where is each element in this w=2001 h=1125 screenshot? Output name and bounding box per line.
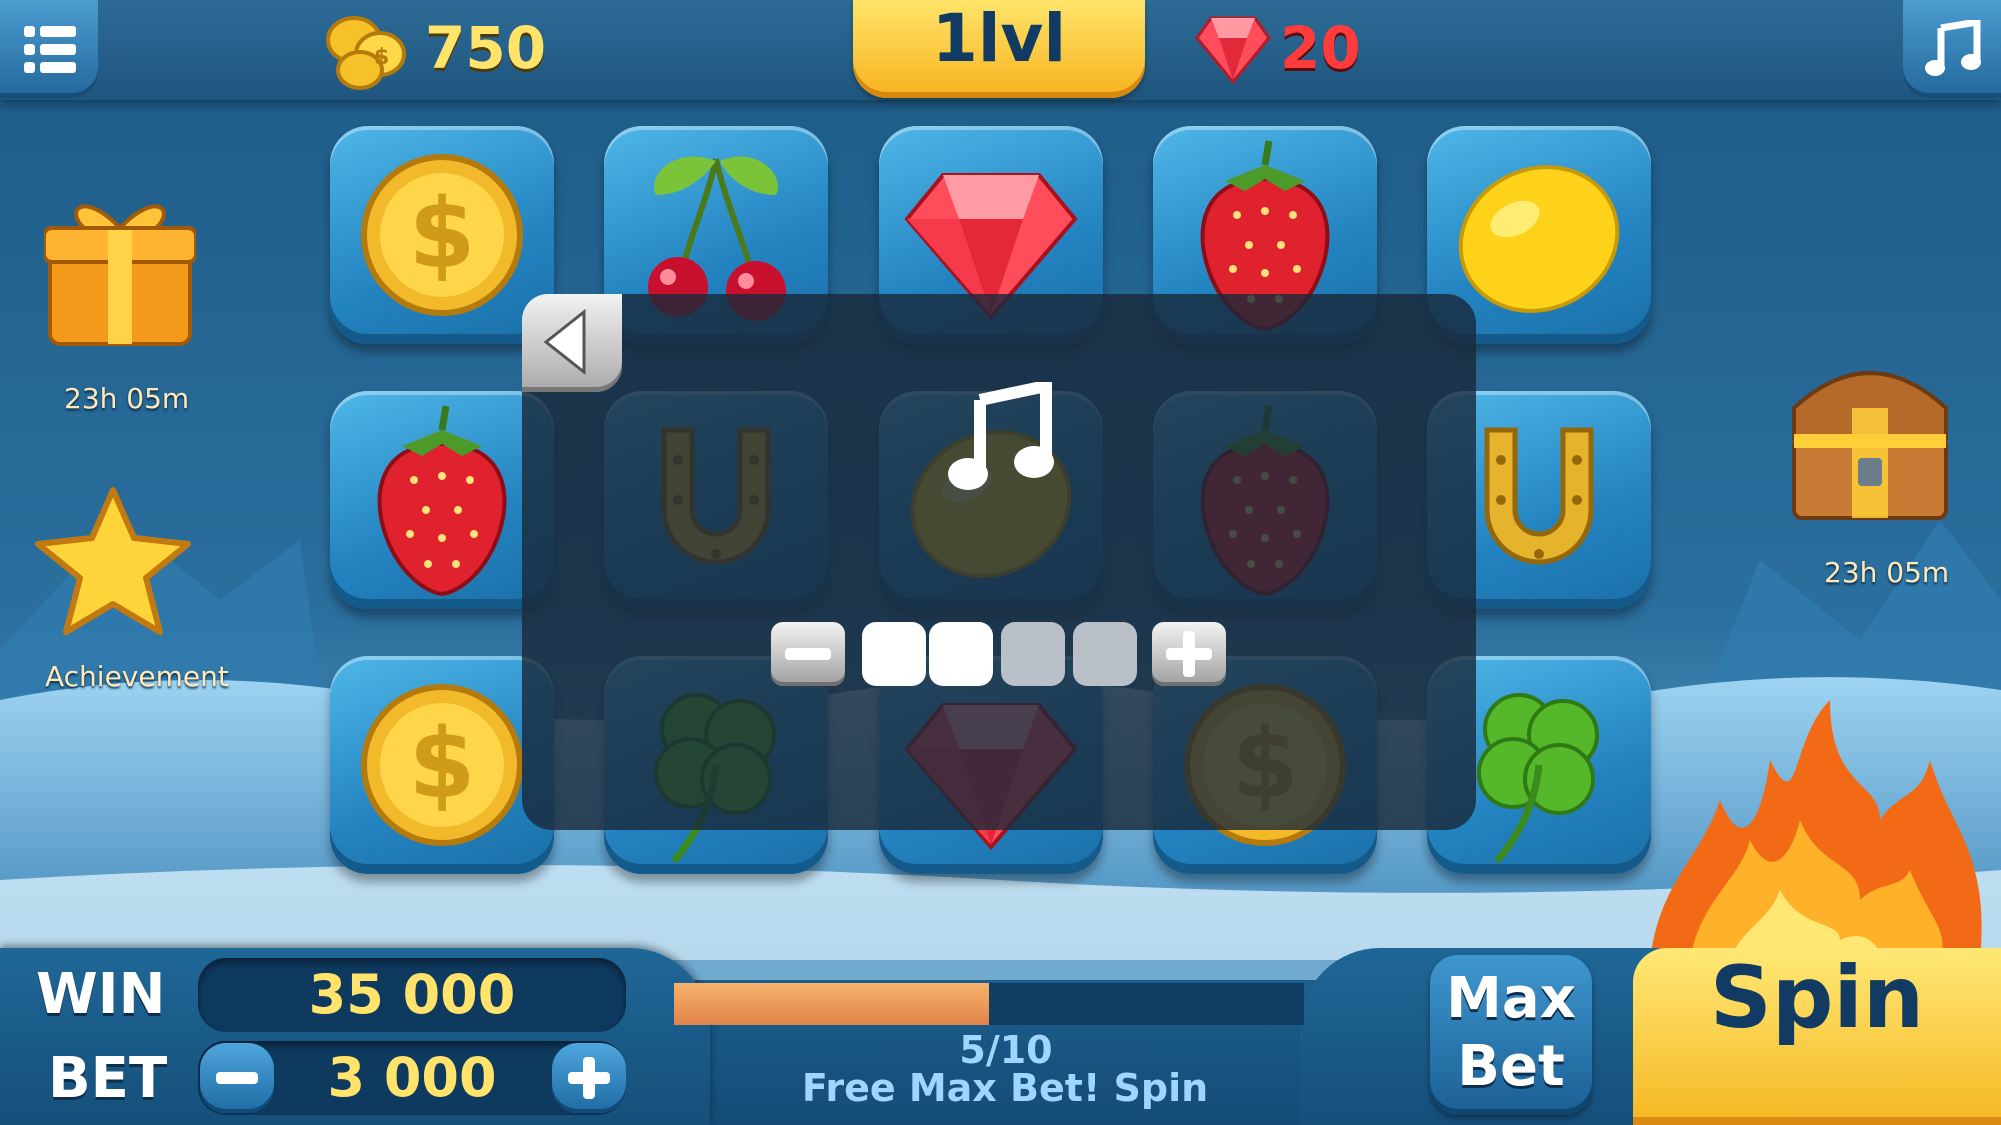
gem-balance: 20	[1280, 14, 1361, 82]
music-settings-panel	[522, 294, 1476, 830]
svg-text:$: $	[374, 45, 389, 70]
volume-segment[interactable]	[862, 622, 926, 686]
bet-decrease-button[interactable]	[200, 1043, 274, 1113]
svg-text:$: $	[409, 178, 476, 290]
max-bet-label-line1: Max	[1446, 966, 1576, 1031]
coin-balance: 750	[425, 14, 547, 82]
free-spins-label: Free Max Bet! Spin	[801, 1066, 1209, 1110]
coins-icon: $	[326, 16, 406, 90]
reel-tile: $	[330, 126, 554, 344]
free-spins-progress-fill	[674, 983, 989, 1025]
win-value: 35 000	[198, 958, 626, 1032]
volume-segment[interactable]	[1073, 622, 1137, 686]
music-volume-icon	[948, 382, 1054, 490]
volume-segment[interactable]	[1001, 622, 1065, 686]
win-label: WIN	[36, 962, 166, 1027]
plus-icon	[568, 1057, 610, 1099]
arrow-left-icon	[543, 308, 586, 376]
list-icon	[24, 26, 76, 37]
volume-increase-button[interactable]	[1152, 622, 1226, 686]
back-button[interactable]	[522, 294, 622, 392]
reel-tile	[330, 391, 554, 609]
achievement-label: Achievement	[45, 660, 229, 693]
treasure-chest-icon[interactable]	[1780, 338, 1960, 538]
spin-button[interactable]: Spin	[1633, 948, 2001, 1125]
chest-timer: 23h 05m	[1824, 556, 1950, 589]
coin-icon: $	[361, 684, 523, 846]
plus-icon	[1166, 631, 1212, 677]
level-badge: 1lvl	[853, 0, 1145, 98]
coin-icon: $	[361, 154, 523, 316]
max-bet-button[interactable]: Max Bet	[1430, 955, 1592, 1115]
max-bet-label-line2: Bet	[1457, 1034, 1565, 1099]
gem-icon	[1195, 16, 1271, 84]
gift-timer: 23h 05m	[64, 382, 190, 415]
music-note-icon	[1925, 20, 1981, 76]
achievement-star-icon[interactable]	[32, 486, 194, 636]
daily-gift-icon[interactable]	[44, 180, 196, 350]
volume-decrease-button[interactable]	[771, 622, 845, 686]
menu-button[interactable]	[0, 0, 98, 98]
bet-label: BET	[48, 1046, 168, 1111]
minus-icon	[216, 1072, 258, 1084]
music-button[interactable]	[1903, 0, 2001, 98]
reel-tile: $	[330, 656, 554, 874]
strawberry-icon	[377, 405, 507, 597]
bet-increase-button[interactable]	[552, 1043, 626, 1113]
minus-icon	[785, 648, 831, 660]
volume-segment[interactable]	[929, 622, 993, 686]
svg-text:$: $	[409, 708, 476, 820]
